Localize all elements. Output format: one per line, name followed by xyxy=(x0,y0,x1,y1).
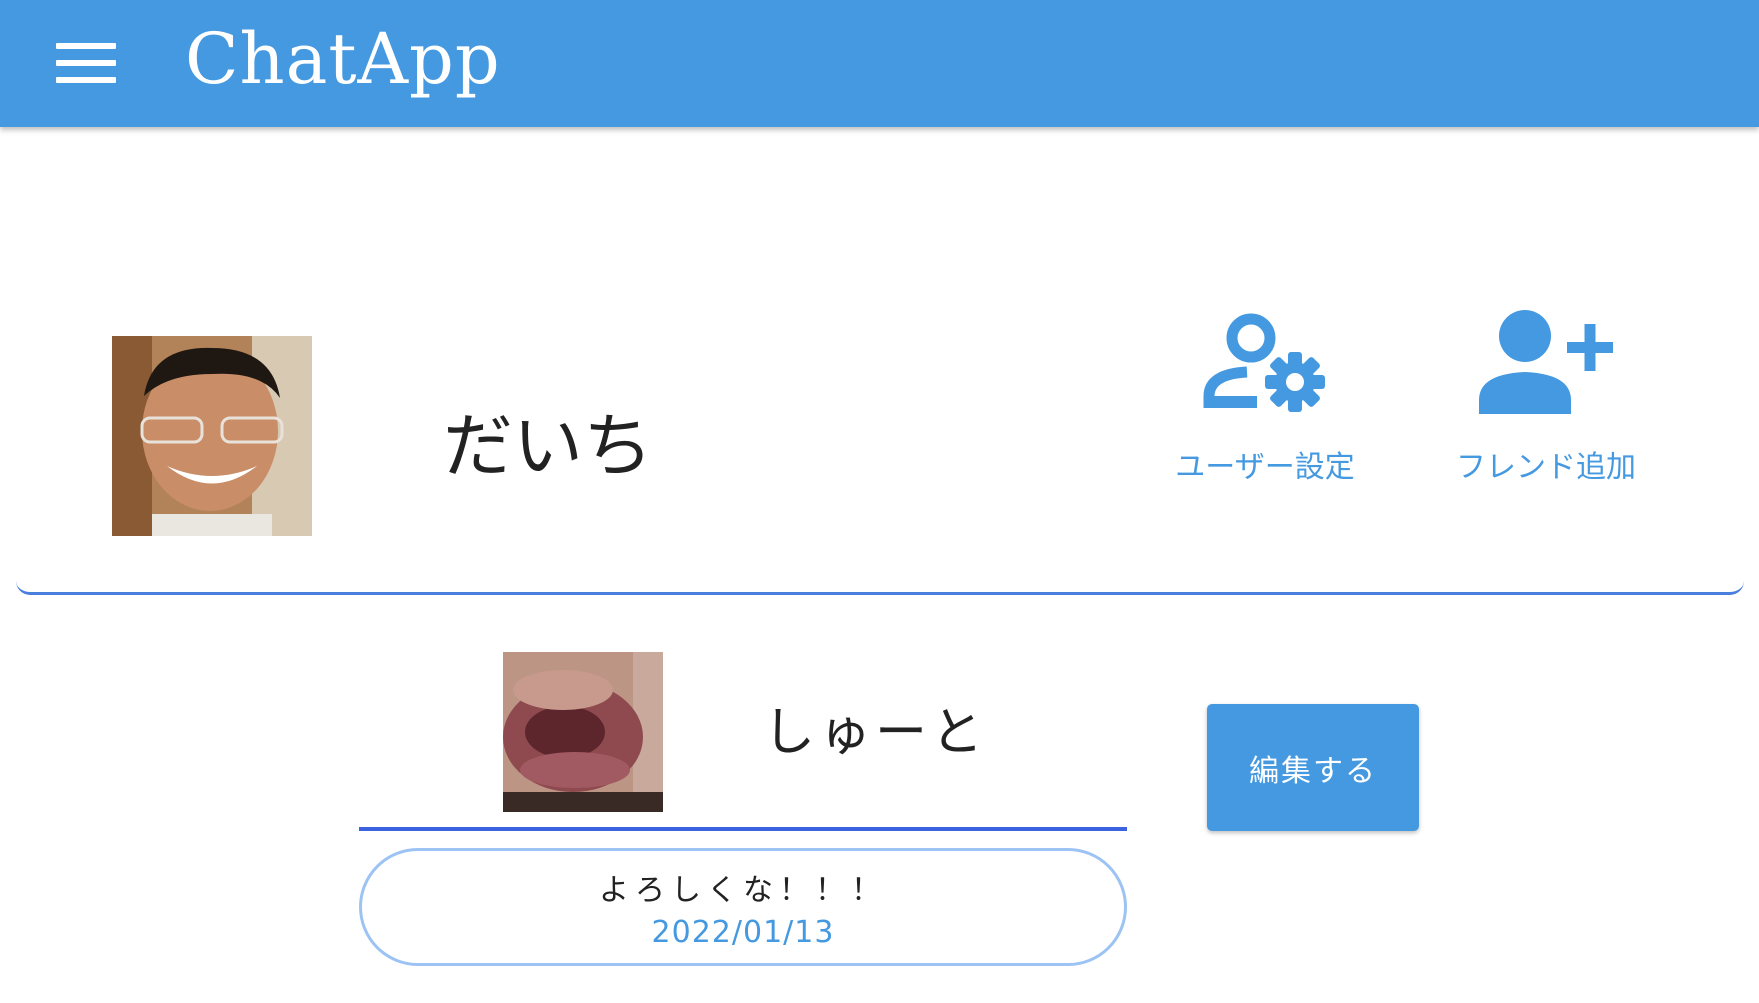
user-avatar xyxy=(112,336,312,536)
last-message-date: 2022/01/13 xyxy=(651,915,835,950)
last-message-text: よろしくな！！！ xyxy=(599,873,887,908)
hamburger-menu-icon[interactable] xyxy=(52,40,120,86)
friend-name: しゅーと xyxy=(763,703,988,763)
edit-button[interactable]: 編集する xyxy=(1207,704,1419,831)
app-title: ChatApp xyxy=(185,18,501,100)
last-message-bubble[interactable]: よろしくな！！！ 2022/01/13 xyxy=(359,848,1127,966)
add-friend-icon xyxy=(1479,310,1613,414)
app-bar: ChatApp xyxy=(0,0,1759,127)
friend-divider xyxy=(359,827,1127,831)
add-friend-label: フレンド追加 xyxy=(1456,450,1636,485)
user-settings-icon xyxy=(1203,313,1325,412)
user-settings-label: ユーザー設定 xyxy=(1175,450,1355,485)
user-settings-button[interactable]: ユーザー設定 xyxy=(1150,310,1380,486)
user-name: だいち xyxy=(443,405,653,487)
add-friend-button[interactable]: フレンド追加 xyxy=(1431,310,1661,486)
friend-avatar xyxy=(503,652,663,812)
